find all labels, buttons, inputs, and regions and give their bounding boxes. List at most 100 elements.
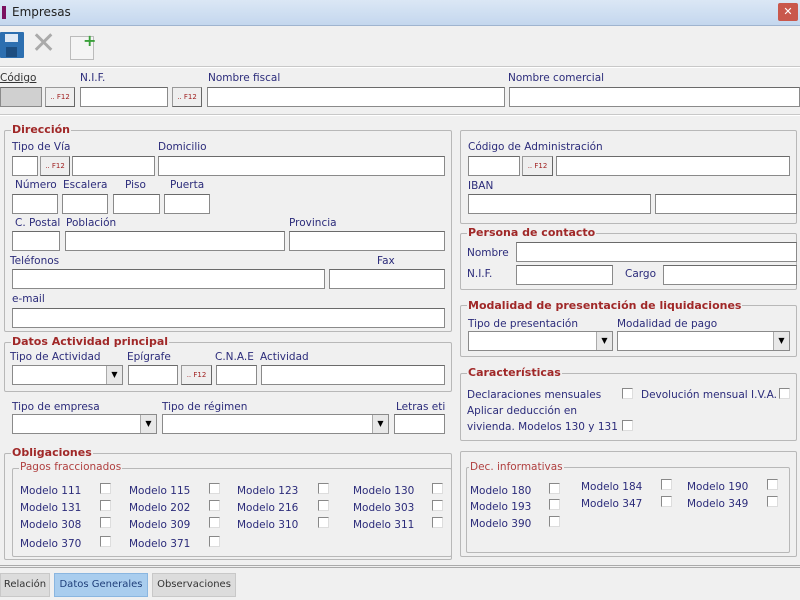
epigrafe-label: Epígrafe	[127, 351, 171, 363]
modelo-193-checkbox[interactable]	[549, 499, 560, 510]
numero-input[interactable]	[12, 194, 58, 214]
modelo-216-checkbox[interactable]	[318, 500, 329, 511]
piso-input[interactable]	[113, 194, 160, 214]
close-button[interactable]: ✕	[778, 3, 798, 21]
devolucion-label: Devolución mensual I.V.A.	[641, 389, 777, 401]
obligaciones-title: Obligaciones	[11, 446, 93, 459]
tipo-via-f12-button[interactable]: .. F12	[40, 156, 70, 176]
domicilio-input[interactable]	[158, 156, 445, 176]
telefonos-input[interactable]	[12, 269, 325, 289]
tipo-via-label: Tipo de Vía	[12, 141, 71, 153]
modelo-310-checkbox[interactable]	[318, 517, 329, 528]
nombre-fiscal-label: Nombre fiscal	[208, 72, 281, 84]
tab-datos-generales[interactable]: Datos Generales	[54, 573, 148, 597]
escalera-input[interactable]	[62, 194, 108, 214]
numero-label: Número	[15, 179, 57, 191]
modelo-190-checkbox[interactable]	[767, 479, 778, 490]
iban-2-input[interactable]	[655, 194, 797, 214]
aplicar-checkbox[interactable]	[622, 420, 633, 431]
codigo-admin-input[interactable]	[468, 156, 520, 176]
modelo-347-checkbox[interactable]	[661, 496, 672, 507]
actividad-input[interactable]	[261, 365, 445, 385]
nombre-fiscal-input[interactable]	[207, 87, 505, 107]
puerta-label: Puerta	[170, 179, 205, 191]
app-icon	[2, 6, 6, 19]
modelo-347-label: Modelo 347	[581, 498, 643, 510]
modelo-371-checkbox[interactable]	[209, 536, 220, 547]
tipo-empresa-label: Tipo de empresa	[12, 401, 100, 413]
chevron-down-icon: ▼	[140, 415, 156, 433]
caracteristicas-title: Características	[467, 366, 562, 379]
tipo-empresa-select[interactable]: ▼	[12, 414, 157, 434]
modelo-180-label: Modelo 180	[470, 485, 532, 497]
title-bar: Empresas ✕	[0, 0, 800, 26]
chevron-down-icon: ▼	[773, 332, 789, 350]
new-record-icon[interactable]: +	[70, 31, 96, 60]
aplicar-label-2: vivienda. Modelos 130 y 131	[467, 421, 618, 433]
provincia-input[interactable]	[289, 231, 445, 251]
modelo-123-checkbox[interactable]	[318, 483, 329, 494]
tab-relacion[interactable]: Relación	[0, 573, 50, 597]
modalidad-pago-select[interactable]: ▼	[617, 331, 790, 351]
letras-input[interactable]	[394, 414, 445, 434]
email-label: e-mail	[12, 293, 45, 305]
modelo-390-checkbox[interactable]	[549, 516, 560, 527]
modelo-184-checkbox[interactable]	[661, 479, 672, 490]
contacto-cargo-input[interactable]	[663, 265, 797, 285]
nif-input[interactable]	[80, 87, 168, 107]
modelo-303-checkbox[interactable]	[432, 500, 443, 511]
puerta-input[interactable]	[164, 194, 210, 214]
codigo-f12-button[interactable]: .. F12	[45, 87, 75, 107]
tipo-actividad-select[interactable]: ▼	[12, 365, 123, 385]
cnae-label: C.N.A.E	[215, 351, 254, 363]
modelo-202-checkbox[interactable]	[209, 500, 220, 511]
poblacion-input[interactable]	[65, 231, 285, 251]
contacto-nif-label: N.I.F.	[467, 268, 493, 280]
modelo-131-checkbox[interactable]	[100, 500, 111, 511]
declaraciones-checkbox[interactable]	[622, 388, 633, 399]
epigrafe-f12-button[interactable]: .. F12	[181, 365, 212, 385]
nif-f12-button[interactable]: .. F12	[172, 87, 202, 107]
modelo-349-checkbox[interactable]	[767, 496, 778, 507]
save-icon[interactable]	[0, 32, 24, 58]
modelo-309-checkbox[interactable]	[209, 517, 220, 528]
modelo-349-label: Modelo 349	[687, 498, 749, 510]
modelo-308-checkbox[interactable]	[100, 517, 111, 528]
codigo-input[interactable]	[0, 87, 42, 107]
tipo-via-desc-input[interactable]	[72, 156, 155, 176]
telefonos-label: Teléfonos	[10, 255, 60, 267]
modelo-184-label: Modelo 184	[581, 481, 643, 493]
iban-label: IBAN	[468, 180, 494, 192]
domicilio-label: Domicilio	[158, 141, 207, 153]
modelo-111-checkbox[interactable]	[100, 483, 111, 494]
fax-input[interactable]	[329, 269, 445, 289]
contacto-nombre-input[interactable]	[516, 242, 797, 262]
nombre-comercial-input[interactable]	[509, 87, 800, 107]
modelo-115-label: Modelo 115	[129, 485, 191, 497]
tipo-presentacion-select[interactable]: ▼	[468, 331, 613, 351]
epigrafe-input[interactable]	[128, 365, 178, 385]
iban-input[interactable]	[468, 194, 651, 214]
modelo-193-label: Modelo 193	[470, 501, 532, 513]
modelo-390-label: Modelo 390	[470, 518, 532, 530]
codigo-admin-desc-input[interactable]	[556, 156, 790, 176]
escalera-label: Escalera	[63, 179, 108, 191]
contacto-nif-input[interactable]	[516, 265, 613, 285]
modelo-130-checkbox[interactable]	[432, 483, 443, 494]
contacto-title: Persona de contacto	[467, 226, 597, 239]
codigo-admin-f12-button[interactable]: .. F12	[522, 156, 553, 176]
tipo-via-input[interactable]	[12, 156, 38, 176]
tab-observaciones[interactable]: Observaciones	[152, 573, 236, 597]
modelo-311-checkbox[interactable]	[432, 517, 443, 528]
modelo-180-checkbox[interactable]	[549, 483, 560, 494]
divider	[0, 565, 800, 568]
modelo-370-checkbox[interactable]	[100, 536, 111, 547]
cnae-input[interactable]	[216, 365, 257, 385]
email-input[interactable]	[12, 308, 445, 328]
cpostal-input[interactable]	[12, 231, 60, 251]
modelo-115-checkbox[interactable]	[209, 483, 220, 494]
tipo-regimen-select[interactable]: ▼	[162, 414, 389, 434]
delete-icon[interactable]: ✕	[31, 28, 56, 60]
window-title: Empresas	[12, 5, 71, 19]
devolucion-checkbox[interactable]	[779, 388, 790, 399]
